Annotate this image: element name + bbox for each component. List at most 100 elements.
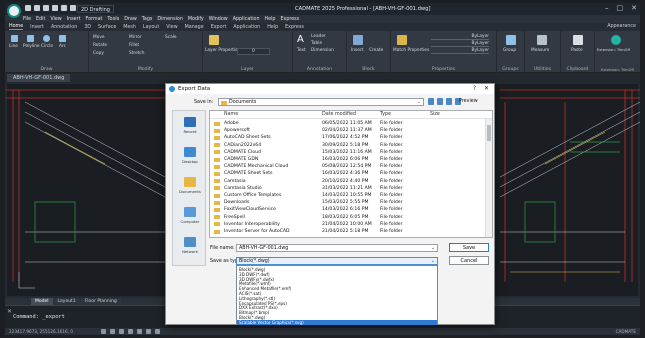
new-icon[interactable] [25, 5, 31, 11]
tab-express[interactable]: Express [285, 25, 304, 30]
file-row[interactable]: CADMATE Mechanical Cloud 05/08/2022 12:54… [210, 163, 480, 170]
file-row[interactable]: CADMATE GDN 16/03/2022 6:06 PM File folder [210, 156, 480, 163]
menu-dimension[interactable]: Dimension [157, 17, 183, 22]
file-row[interactable]: Inventor Interoperability 21/04/2022 10:0… [210, 221, 480, 228]
file-row[interactable]: Apowersoft 02/04/2022 11:37 AM File folder [210, 127, 480, 134]
tab-export[interactable]: Export [211, 25, 227, 30]
ortho-icon[interactable] [119, 329, 124, 334]
file-row[interactable]: FoxitViewCloudService 14/03/2022 6:16 PM F… [210, 206, 480, 213]
file-row[interactable]: Inventor Server for AutoCAD 21/04/2022 5:… [210, 228, 480, 235]
file-row[interactable]: CADian2022x64 30/09/2022 5:18 PM File fold… [210, 142, 480, 149]
file-row[interactable]: Downloads 15/03/2022 5:55 PM File folder [210, 199, 480, 206]
scrollbar-thumb[interactable] [487, 125, 491, 141]
type-option[interactable]: Scalable Vector Graphics(*.svg) [237, 319, 437, 326]
copy-tool[interactable]: Copy [93, 51, 104, 56]
stretch-tool[interactable]: Stretch [129, 51, 145, 56]
back-icon[interactable] [428, 98, 434, 105]
file-row[interactable]: Custom Office Templates 14/03/2022 10:55 … [210, 192, 480, 199]
match-properties-icon[interactable] [397, 35, 407, 45]
tab-model[interactable]: Model [31, 298, 53, 305]
menu-edit[interactable]: Edit [36, 17, 45, 22]
group-icon[interactable] [506, 35, 516, 45]
minimize-icon[interactable]: – [605, 4, 609, 12]
column-size[interactable]: Size [430, 112, 440, 117]
cancel-button[interactable]: Cancel [449, 256, 489, 265]
help-icon[interactable]: ? [473, 84, 476, 94]
otrack-icon[interactable] [146, 329, 151, 334]
dimension-label[interactable]: Dimension [311, 48, 334, 53]
tab-mesh[interactable]: Mesh [123, 25, 136, 30]
maximize-icon[interactable]: □ [617, 4, 624, 12]
menu-insert[interactable]: Insert [67, 17, 81, 22]
lineweight-bylayer-select[interactable]: ByLayer [431, 48, 489, 54]
close-window-icon[interactable]: ✕ [631, 4, 637, 12]
tab-manage[interactable]: Manage [185, 25, 204, 30]
workspace-selector[interactable]: 2D Drafting [77, 5, 114, 13]
tab-help[interactable]: Help [267, 25, 278, 30]
file-row[interactable]: FreeSpell 18/03/2022 6:05 PM File folder [210, 214, 480, 221]
column-name[interactable]: Name [224, 112, 238, 117]
polar-icon[interactable] [128, 329, 133, 334]
appearance-menu[interactable]: Appearance [607, 23, 636, 31]
text-icon[interactable]: A [297, 34, 304, 45]
tab-surface[interactable]: Surface [98, 25, 116, 30]
open-icon[interactable] [34, 5, 40, 11]
menu-express[interactable]: Express [280, 17, 299, 22]
tab-home[interactable]: Home [9, 24, 24, 30]
dialog-close-icon[interactable]: ✕ [484, 84, 489, 94]
redo-icon[interactable] [70, 5, 76, 11]
preview-toggle[interactable]: Preview [459, 99, 478, 104]
menu-modify[interactable]: Modify [188, 17, 204, 22]
table-label[interactable]: Table [311, 41, 322, 46]
menu-help[interactable]: Help [265, 17, 276, 22]
undo-icon[interactable] [61, 5, 67, 11]
place-recent[interactable]: Recent [173, 113, 207, 139]
up-folder-icon[interactable] [437, 98, 443, 105]
rotate-tool[interactable]: Rotate [93, 43, 107, 48]
save-as-type-select[interactable]: Block(*.dwg) ⌄ [236, 257, 438, 265]
save-button[interactable]: Save [449, 243, 489, 252]
insert-block-icon[interactable] [353, 35, 363, 45]
menu-application[interactable]: Application [233, 17, 260, 22]
leader-label[interactable]: Leader [311, 34, 326, 39]
measure-icon[interactable] [537, 35, 547, 45]
snap-icon[interactable] [110, 329, 115, 334]
osnap-icon[interactable] [137, 329, 142, 334]
app-logo-icon[interactable] [7, 4, 21, 18]
file-list[interactable]: Name Date modified Type Size Adobe 06/05/… [209, 110, 493, 238]
file-row[interactable]: CADMATE Sheet Sets 16/03/2022 4:36 PM File… [210, 170, 480, 177]
file-list-scrollbar[interactable] [485, 119, 492, 237]
menu-view[interactable]: View [50, 17, 61, 22]
column-date[interactable]: Date modified [322, 112, 356, 117]
place-desktop[interactable]: Desktop [173, 143, 207, 169]
tab-layout[interactable]: Layout [143, 25, 159, 30]
file-row[interactable]: CADMATE Cloud 15/03/2022 11:16 AM File fol… [210, 149, 480, 156]
column-type[interactable]: Type [380, 112, 391, 117]
place-network[interactable]: Network [173, 233, 207, 259]
save-in-select[interactable]: Documents ⌄ [218, 98, 424, 106]
new-folder-icon[interactable] [446, 98, 452, 105]
layer-current-select[interactable]: 0 [237, 48, 270, 55]
menu-tools[interactable]: Tools [107, 17, 119, 22]
tab-application[interactable]: Application [233, 25, 260, 30]
menu-window[interactable]: Window [209, 17, 228, 22]
document-tab[interactable]: ABH-VH-GF-001.dwg [7, 74, 71, 82]
move-tool[interactable]: Move [93, 35, 105, 40]
lineweight-icon[interactable] [155, 329, 160, 334]
dialog-title-bar[interactable]: Export Data ? ✕ [166, 84, 494, 94]
create-block-label[interactable]: Create [369, 48, 383, 53]
tab-annotation[interactable]: Annotation [51, 25, 77, 30]
mirror-tool[interactable]: Mirror [129, 35, 142, 40]
file-row[interactable]: Camtasia Studio 31/03/2022 11:21 AM File f… [210, 185, 480, 192]
trimoff-icon[interactable] [611, 35, 621, 45]
save-icon[interactable] [43, 5, 49, 11]
tab-floor-planning[interactable]: Floor Planning [80, 298, 121, 305]
grid-icon[interactable] [101, 329, 106, 334]
menu-tags[interactable]: Tags [142, 17, 153, 22]
tab-layout1[interactable]: Layout1 [53, 298, 80, 305]
arc-icon[interactable] [59, 35, 66, 42]
line-icon[interactable] [11, 35, 18, 42]
print-icon[interactable] [52, 5, 58, 11]
menu-draw[interactable]: Draw [124, 17, 137, 22]
tab-view[interactable]: View [166, 25, 177, 30]
